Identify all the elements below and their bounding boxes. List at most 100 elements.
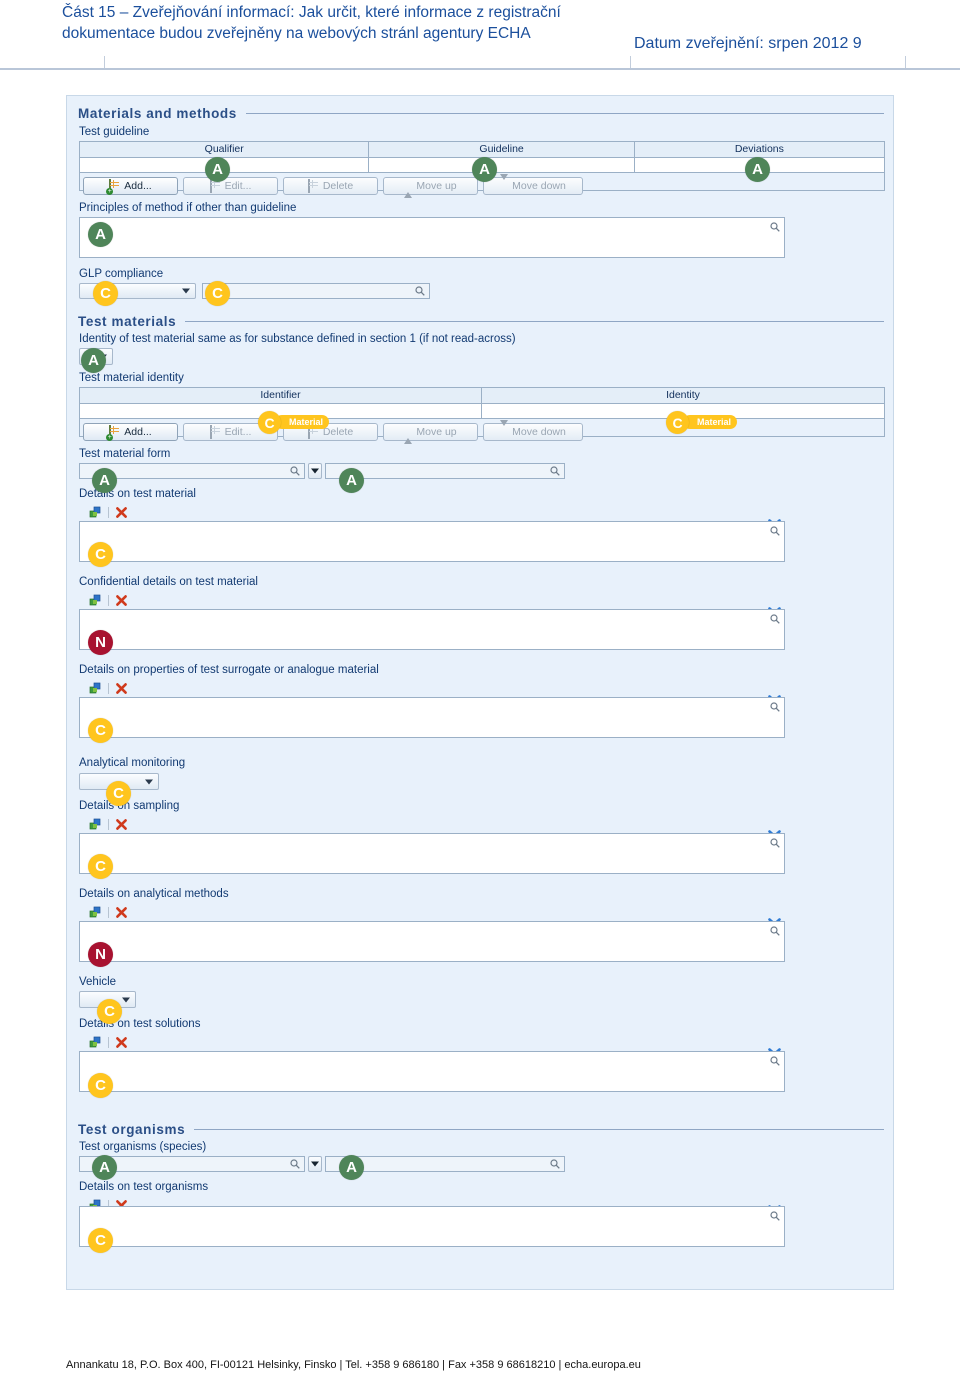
annotation-marker-a: A xyxy=(339,468,364,493)
test-organisms-species-dropdown-button[interactable] xyxy=(308,1156,322,1172)
label-test-guideline: Test guideline xyxy=(79,126,150,138)
details-on-test-organisms-textarea[interactable] xyxy=(79,1206,785,1247)
remove-icon[interactable] xyxy=(115,906,128,919)
column-header-deviations[interactable]: Deviations xyxy=(635,142,884,157)
group-rule xyxy=(194,1129,884,1130)
move-down-button[interactable]: Move down xyxy=(483,174,583,195)
confidential-details-textarea[interactable] xyxy=(79,609,785,650)
insert-block-icon[interactable] xyxy=(89,506,102,519)
edit-button-label: Edit... xyxy=(224,425,252,438)
move-down-button[interactable]: Move down xyxy=(483,420,583,441)
remove-icon[interactable] xyxy=(115,506,128,519)
annotation-marker-n: N xyxy=(88,630,113,655)
search-icon[interactable] xyxy=(415,286,425,296)
remove-icon[interactable] xyxy=(115,682,128,695)
cell-guideline[interactable] xyxy=(369,158,635,172)
group-rule xyxy=(245,113,884,114)
insert-block-icon[interactable] xyxy=(89,1036,102,1049)
table-add-icon: + xyxy=(106,179,120,195)
search-icon[interactable] xyxy=(770,1211,780,1221)
insert-block-icon[interactable] xyxy=(89,594,102,607)
annotation-marker-c: C xyxy=(88,542,113,567)
page-footer: Annankatu 18, P.O. Box 400, FI-00121 Hel… xyxy=(66,1359,641,1371)
search-icon[interactable] xyxy=(770,1056,780,1066)
rich-text-toolbar xyxy=(89,505,128,519)
search-icon[interactable] xyxy=(770,526,780,536)
rich-text-toolbar xyxy=(89,1035,128,1049)
rich-text-toolbar xyxy=(89,905,128,919)
search-icon[interactable] xyxy=(770,614,780,624)
table-edit-icon xyxy=(209,425,221,439)
label-glp-compliance: GLP compliance xyxy=(79,268,164,280)
label-vehicle: Vehicle xyxy=(79,976,117,988)
grid-header-row: Qualifier Guideline Deviations xyxy=(80,142,884,158)
delete-button[interactable]: Delete xyxy=(283,176,378,195)
group-rule xyxy=(185,321,884,322)
glp-compliance-reference-input[interactable] xyxy=(202,283,430,299)
search-icon[interactable] xyxy=(770,926,780,936)
label-identity-same-as: Identity of test material same as for su… xyxy=(79,333,516,345)
move-up-button-label: Move up xyxy=(416,179,457,192)
test-material-form-dropdown-button[interactable] xyxy=(308,463,322,479)
details-on-sampling-textarea[interactable] xyxy=(79,833,785,874)
add-button[interactable]: + Add... xyxy=(83,176,178,195)
column-header-qualifier[interactable]: Qualifier xyxy=(80,142,370,157)
move-up-button[interactable]: Move up xyxy=(383,176,478,198)
column-header-guideline[interactable]: Guideline xyxy=(369,142,635,157)
search-icon[interactable] xyxy=(550,466,560,476)
move-down-button-label: Move down xyxy=(512,425,566,438)
remove-icon[interactable] xyxy=(115,1036,128,1049)
search-icon[interactable] xyxy=(770,838,780,848)
column-header-identity[interactable]: Identity xyxy=(482,388,884,403)
label-details-on-test-solutions: Details on test solutions xyxy=(79,1018,201,1030)
toolbar-separator xyxy=(108,818,109,830)
column-header-identifier[interactable]: Identifier xyxy=(80,388,482,403)
label-details-on-sampling: Details on sampling xyxy=(79,800,180,812)
add-button[interactable]: + Add... xyxy=(83,422,178,441)
details-on-test-solutions-textarea[interactable] xyxy=(79,1051,785,1092)
label-principles-of-method: Principles of method if other than guide… xyxy=(79,202,297,214)
insert-block-icon[interactable] xyxy=(89,906,102,919)
search-icon[interactable] xyxy=(290,1159,300,1169)
chevron-down-icon xyxy=(311,468,319,474)
move-up-button-label: Move up xyxy=(416,425,457,438)
grid-empty-row[interactable] xyxy=(80,404,884,419)
details-on-test-material-textarea[interactable] xyxy=(79,521,785,562)
chevron-down-icon xyxy=(122,997,130,1002)
page-title: Část 15 – Zveřejňování informací: Jak ur… xyxy=(62,4,561,42)
search-icon[interactable] xyxy=(770,702,780,712)
search-icon[interactable] xyxy=(550,1159,560,1169)
page-header: Část 15 – Zveřejňování informací: Jak ur… xyxy=(0,0,960,72)
material-badge: Material xyxy=(275,415,330,429)
move-up-button[interactable]: Move up xyxy=(383,422,478,444)
remove-icon[interactable] xyxy=(115,594,128,607)
label-test-organisms-species: Test organisms (species) xyxy=(79,1141,207,1153)
rich-text-toolbar xyxy=(89,593,128,607)
details-on-analytical-methods-textarea[interactable] xyxy=(79,921,785,962)
toolbar-separator xyxy=(108,682,109,694)
principles-of-method-textarea[interactable] xyxy=(79,217,785,258)
test-material-identity-grid: Identifier Identity + Add... Edit... Del… xyxy=(79,387,885,444)
toolbar-separator xyxy=(108,1036,109,1048)
insert-block-icon[interactable] xyxy=(89,818,102,831)
table-delete-icon xyxy=(307,179,319,193)
delete-button-label: Delete xyxy=(322,425,354,438)
label-confidential-details-on-test-material: Confidential details on test material xyxy=(79,576,258,588)
group-test-organisms: Test organisms xyxy=(78,1122,884,1137)
remove-icon[interactable] xyxy=(115,818,128,831)
search-icon[interactable] xyxy=(290,466,300,476)
search-icon[interactable] xyxy=(770,222,780,232)
annotation-marker-a: A xyxy=(205,157,230,182)
group-title: Materials and methods xyxy=(78,106,237,121)
group-title: Test organisms xyxy=(78,1122,186,1137)
details-on-properties-textarea[interactable] xyxy=(79,697,785,738)
annotation-marker-a: A xyxy=(339,1155,364,1180)
label-test-material-identity: Test material identity xyxy=(79,372,184,384)
toolbar-separator xyxy=(108,906,109,918)
group-title: Test materials xyxy=(78,314,177,329)
annotation-marker-c: C xyxy=(88,1073,113,1098)
label-details-on-test-organisms: Details on test organisms xyxy=(79,1181,209,1193)
edit-button[interactable]: Edit... xyxy=(183,176,278,195)
annotation-marker-c: C xyxy=(88,1228,113,1253)
insert-block-icon[interactable] xyxy=(89,682,102,695)
